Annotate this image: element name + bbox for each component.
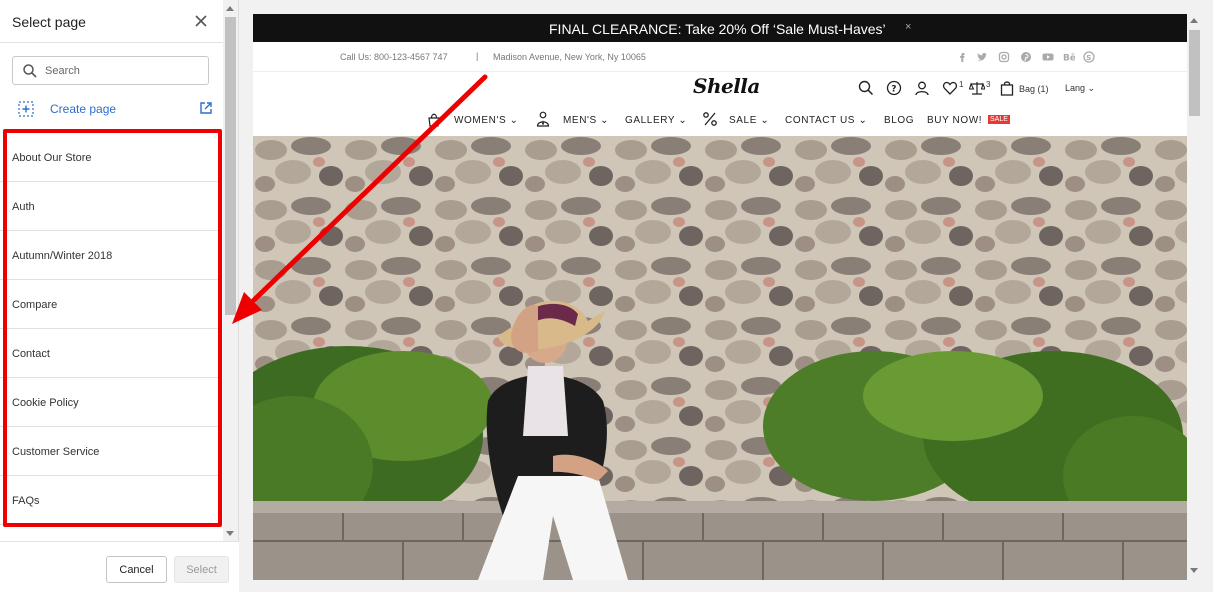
skype-icon[interactable]: S: [1083, 51, 1095, 63]
scrollbar-thumb[interactable]: [1189, 30, 1200, 116]
instagram-icon[interactable]: [998, 51, 1010, 63]
bag-label[interactable]: Bag (1): [1019, 84, 1049, 94]
nav-mens[interactable]: MEN'S ⌄: [563, 115, 609, 126]
select-page-panel: Select page Create page About Our Store …: [0, 0, 239, 592]
svg-text:S: S: [1086, 54, 1091, 62]
nav-buy-now[interactable]: BUY NOW!: [927, 115, 982, 126]
promo-bar: FINAL CLEARANCE: Take 20% Off ‘Sale Must…: [253, 14, 1187, 42]
hero-image: [253, 136, 1187, 580]
list-item[interactable]: Cookie Policy: [0, 378, 218, 427]
svg-text:Bē: Bē: [1063, 54, 1075, 64]
wishlist-count: 1: [959, 80, 964, 89]
scroll-down-arrow-icon[interactable]: [1190, 568, 1198, 573]
nav-womens[interactable]: WOMEN'S ⌄: [454, 115, 519, 126]
scroll-up-arrow-icon[interactable]: [1190, 18, 1198, 23]
store-preview: FINAL CLEARANCE: Take 20% Off ‘Sale Must…: [253, 14, 1187, 580]
search-input[interactable]: [45, 62, 200, 79]
svg-text:?: ?: [891, 85, 896, 95]
search-icon: [23, 64, 37, 78]
nav-gallery[interactable]: GALLERY ⌄: [625, 115, 687, 126]
page-label: Autumn/Winter 2018: [12, 250, 113, 262]
store-logo[interactable]: Shella: [693, 74, 760, 98]
page-list: About Our Store Auth Autumn/Winter 2018 …: [0, 133, 223, 541]
phone-text: Call Us: 800-123-4567 747: [340, 52, 448, 62]
page-label: About Our Store: [12, 152, 92, 164]
scrollbar-thumb[interactable]: [225, 17, 236, 315]
wishlist-heart-icon[interactable]: [942, 80, 958, 96]
create-page-link[interactable]: Create page: [18, 100, 213, 118]
cancel-button[interactable]: Cancel: [106, 556, 167, 583]
create-page-label: Create page: [50, 102, 117, 116]
user-icon[interactable]: [914, 80, 930, 96]
page-label: Contact: [12, 348, 50, 360]
info-bar: Call Us: 800-123-4567 747 | Madison Aven…: [253, 42, 1187, 72]
select-button[interactable]: Select: [174, 556, 229, 583]
list-item[interactable]: About Our Store: [0, 133, 218, 182]
page-label: Cookie Policy: [12, 397, 79, 409]
facebook-icon[interactable]: [956, 51, 968, 63]
page-label: FAQs: [12, 495, 40, 507]
list-item[interactable]: Customer Service: [0, 427, 218, 476]
nav-blog[interactable]: BLOG: [884, 115, 914, 126]
handbag-icon: [428, 113, 440, 127]
help-icon[interactable]: ?: [886, 80, 902, 96]
list-item[interactable]: Autumn/Winter 2018: [0, 231, 218, 280]
page-label: Compare: [12, 299, 58, 311]
scroll-up-arrow-icon[interactable]: [226, 6, 234, 11]
youtube-icon[interactable]: [1042, 51, 1054, 63]
compare-scales-icon[interactable]: [969, 80, 985, 96]
scroll-down-arrow-icon[interactable]: [226, 531, 234, 536]
nav-contact-us[interactable]: CONTACT US ⌄: [785, 115, 867, 126]
list-item[interactable]: FAQs: [0, 476, 218, 525]
shopping-bag-icon[interactable]: [999, 80, 1015, 96]
address-text: Madison Avenue, New York, Ny 10065: [493, 52, 646, 62]
promo-close-icon[interactable]: ×: [905, 21, 911, 33]
page-label: Auth: [12, 201, 35, 213]
list-item[interactable]: Auth: [0, 182, 218, 231]
search-box[interactable]: [12, 56, 209, 85]
nav-sale[interactable]: SALE ⌄: [729, 115, 769, 126]
panel-header: Select page: [0, 0, 223, 43]
promo-text: FINAL CLEARANCE: Take 20% Off ‘Sale Must…: [549, 21, 886, 37]
percent-icon: [703, 112, 717, 126]
external-link-icon[interactable]: [199, 101, 213, 115]
search-icon[interactable]: [858, 80, 874, 96]
sale-badge: SALE: [988, 115, 1010, 124]
list-item[interactable]: Contact: [0, 329, 218, 378]
main-nav: WOMEN'S ⌄ MEN'S ⌄ GALLERY ⌄ SALE ⌄ CONTA…: [253, 105, 1187, 135]
compare-count: 3: [986, 80, 991, 89]
close-icon[interactable]: [192, 12, 210, 30]
tie-person-icon: [536, 111, 550, 127]
panel-footer: Cancel Select: [0, 541, 239, 592]
twitter-icon[interactable]: [976, 51, 988, 63]
add-page-icon: [18, 101, 34, 117]
page-label: Customer Service: [12, 446, 100, 458]
panel-title: Select page: [12, 14, 86, 30]
separator: |: [476, 51, 479, 61]
pinterest-icon[interactable]: [1020, 51, 1032, 63]
list-item[interactable]: Compare: [0, 280, 218, 329]
language-selector[interactable]: Lang ⌄: [1065, 83, 1095, 94]
behance-icon[interactable]: Bē: [1063, 51, 1075, 64]
